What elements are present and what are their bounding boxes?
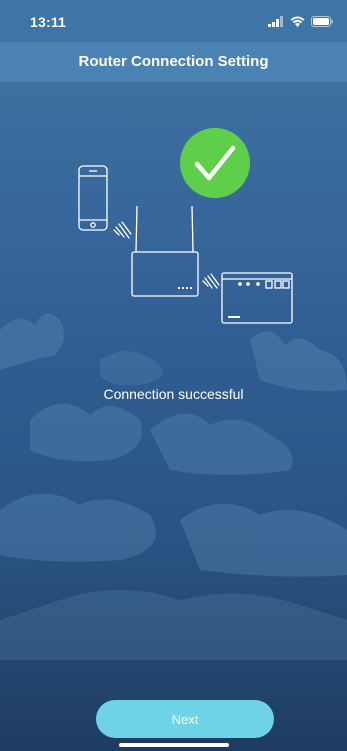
battery-icon	[311, 15, 333, 27]
wireless-signal-icon	[113, 221, 132, 239]
connection-status-message: Connection successful	[103, 386, 244, 402]
phone-icon	[78, 165, 108, 231]
nav-bar: Router Connection Setting	[0, 42, 347, 82]
reef-background	[0, 313, 347, 660]
app-screen: 13:11 Router Connection Setting Connecti…	[0, 0, 347, 751]
cellular-signal-icon	[268, 15, 283, 27]
home-indicator	[119, 743, 229, 747]
status-time: 13:11	[30, 14, 67, 30]
status-icons	[268, 15, 333, 27]
aquarium-controller-icon	[221, 272, 293, 324]
wireless-signal-icon	[202, 273, 220, 289]
connection-illustration	[78, 128, 293, 324]
wifi-icon	[290, 16, 305, 27]
router-icon	[131, 205, 199, 297]
success-check-icon	[180, 128, 250, 198]
status-bar: 13:11	[0, 0, 347, 42]
page-title: Router Connection Setting	[78, 53, 269, 70]
next-button[interactable]: Next	[96, 700, 274, 738]
